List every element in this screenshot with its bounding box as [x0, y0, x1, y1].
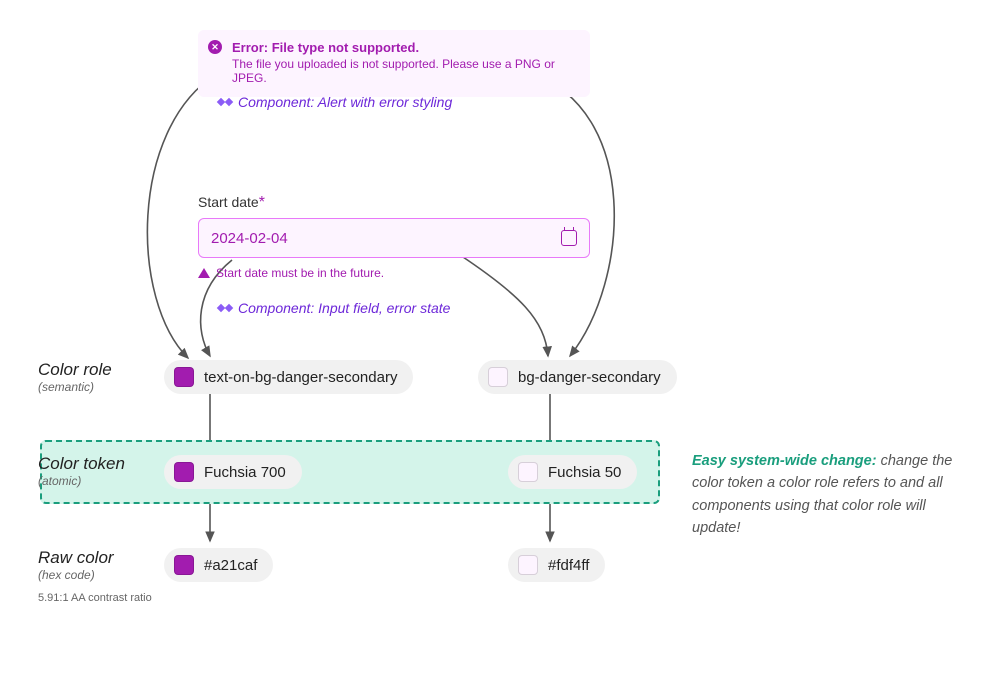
contrast-ratio-note: 5.91:1 AA contrast ratio — [38, 592, 152, 604]
caption-alert: Component: Alert with error styling — [218, 94, 452, 110]
swatch-fuchsia50 — [518, 462, 538, 482]
alert-body: The file you uploaded is not supported. … — [232, 57, 576, 85]
raw-text-label: #a21caf — [204, 557, 257, 574]
role-pill-bg: bg-danger-secondary — [478, 360, 677, 394]
date-input[interactable]: 2024-02-04 — [198, 218, 590, 258]
layer-raw-sub: (hex code) — [38, 568, 152, 582]
field-label: Start date — [198, 194, 259, 210]
layer-raw-title: Raw color — [38, 548, 152, 568]
caption-input: Component: Input field, error state — [218, 300, 450, 316]
swatch-fuchsia700 — [174, 367, 194, 387]
swatch-fuchsia700 — [174, 462, 194, 482]
explainer-lead: Easy system-wide change: — [692, 453, 877, 469]
layer-token-title: Color token — [38, 454, 125, 474]
layer-label-raw: Raw color (hex code) 5.91:1 AA contrast … — [38, 548, 152, 604]
alert-error-card: ✕ Error: File type not supported. The fi… — [198, 30, 590, 97]
token-pill-text: Fuchsia 700 — [164, 455, 302, 489]
role-text-label: text-on-bg-danger-secondary — [204, 369, 397, 386]
explainer-text: Easy system-wide change: change the colo… — [692, 450, 972, 540]
close-icon[interactable]: ✕ — [208, 40, 222, 54]
field-error-text: Start date must be in the future. — [216, 266, 384, 280]
swatch-fuchsia50 — [518, 555, 538, 575]
alert-title: Error: File type not supported. — [232, 40, 576, 55]
token-pill-bg: Fuchsia 50 — [508, 455, 637, 489]
warning-icon — [198, 268, 210, 278]
field-error: Start date must be in the future. — [198, 266, 590, 280]
required-marker: * — [259, 194, 265, 211]
field-label-row: Start date* — [198, 194, 590, 212]
layer-label-token: Color token (atomic) — [38, 454, 125, 488]
calendar-icon[interactable] — [561, 230, 577, 246]
raw-bg-label: #fdf4ff — [548, 557, 589, 574]
token-bg-label: Fuchsia 50 — [548, 464, 621, 481]
layer-token-sub: (atomic) — [38, 474, 125, 488]
layer-role-title: Color role — [38, 360, 112, 380]
role-bg-label: bg-danger-secondary — [518, 369, 661, 386]
date-field-group: Start date* 2024-02-04 Start date must b… — [198, 194, 590, 280]
caption-input-text: Component: Input field, error state — [238, 300, 450, 316]
date-input-value: 2024-02-04 — [211, 230, 288, 247]
token-text-label: Fuchsia 700 — [204, 464, 286, 481]
swatch-fuchsia50 — [488, 367, 508, 387]
layer-role-sub: (semantic) — [38, 380, 112, 394]
caption-alert-text: Component: Alert with error styling — [238, 94, 452, 110]
swatch-fuchsia700 — [174, 555, 194, 575]
sparkle-icon — [218, 301, 232, 315]
layer-label-role: Color role (semantic) — [38, 360, 112, 394]
role-pill-text: text-on-bg-danger-secondary — [164, 360, 413, 394]
sparkle-icon — [218, 95, 232, 109]
raw-pill-text: #a21caf — [164, 548, 273, 582]
raw-pill-bg: #fdf4ff — [508, 548, 605, 582]
